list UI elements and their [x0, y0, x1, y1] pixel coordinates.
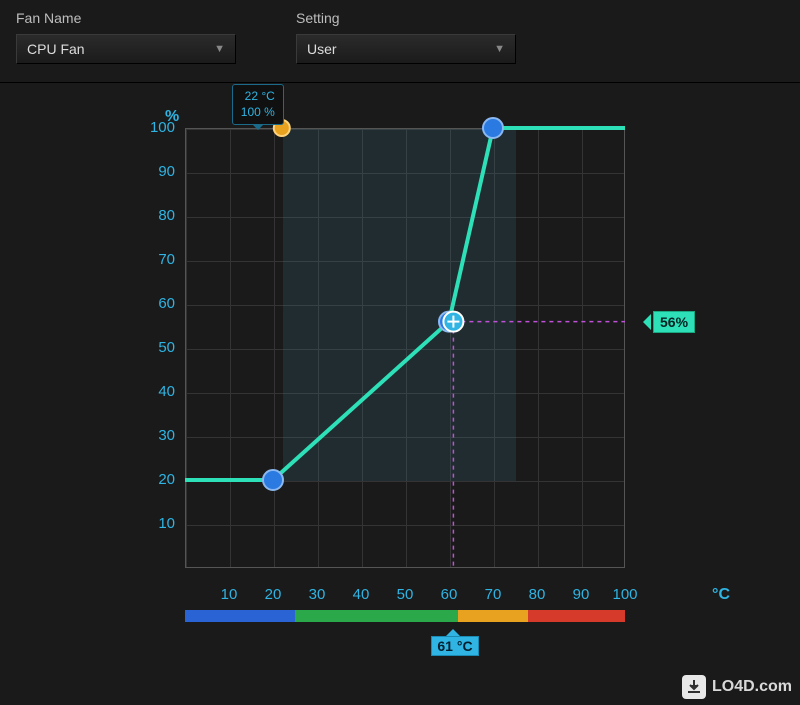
header-row: Fan Name CPU Fan ▼ Setting User ▼ [0, 0, 800, 83]
x-tick: 50 [390, 586, 420, 603]
x-tick: 80 [522, 586, 552, 603]
temp-band-blue [185, 610, 295, 622]
y-tick: 90 [135, 163, 175, 180]
temp-pointer-icon [446, 622, 460, 636]
fan-name-dropdown[interactable]: CPU Fan ▼ [16, 34, 236, 64]
x-tick: 20 [258, 586, 288, 603]
chart-plot[interactable] [185, 128, 625, 568]
watermark-label: LO4D.com [712, 678, 792, 696]
y-tick: 50 [135, 339, 175, 356]
fan-curve-line[interactable] [185, 128, 625, 480]
download-icon [682, 675, 706, 699]
temp-band-amber [458, 610, 528, 622]
fan-name-control: Fan Name CPU Fan ▼ [16, 10, 236, 64]
x-tick: 100 [610, 586, 640, 603]
y-tick: 80 [135, 207, 175, 224]
y-tick: 10 [135, 515, 175, 532]
current-indicator[interactable] [443, 312, 463, 332]
control-point[interactable] [263, 470, 283, 490]
fan-curve-chart[interactable]: % °C 22 °C 100 % 56% 61 °C 1020304050607… [135, 108, 695, 668]
watermark: LO4D.com [682, 675, 792, 699]
x-tick: 30 [302, 586, 332, 603]
y-tick: 60 [135, 295, 175, 312]
y-tick: 20 [135, 471, 175, 488]
tooltip-pct: 100 % [241, 105, 275, 121]
temp-band-red [528, 610, 625, 622]
control-point[interactable] [483, 118, 503, 138]
current-pct-badge: 56% [653, 311, 695, 333]
setting-label: Setting [296, 10, 516, 26]
x-tick: 10 [214, 586, 244, 603]
chevron-down-icon: ▼ [494, 43, 505, 55]
temp-band-green [295, 610, 458, 622]
fan-name-label: Fan Name [16, 10, 236, 26]
current-temp-badge: 61 °C [431, 636, 478, 656]
setting-dropdown[interactable]: User ▼ [296, 34, 516, 64]
x-tick: 40 [346, 586, 376, 603]
setting-control: Setting User ▼ [296, 10, 516, 64]
y-tick: 100 [135, 119, 175, 136]
temperature-color-bar [185, 610, 625, 622]
x-tick: 60 [434, 586, 464, 603]
pct-pointer-icon [635, 314, 651, 330]
fan-name-value: CPU Fan [27, 41, 85, 57]
y-tick: 40 [135, 383, 175, 400]
y-tick: 30 [135, 427, 175, 444]
setting-value: User [307, 41, 337, 57]
hover-tooltip: 22 °C 100 % [232, 84, 284, 125]
tooltip-temp: 22 °C [241, 89, 275, 105]
chevron-down-icon: ▼ [214, 43, 225, 55]
y-tick: 70 [135, 251, 175, 268]
x-tick: 90 [566, 586, 596, 603]
x-tick: 70 [478, 586, 508, 603]
x-axis-label: °C [712, 586, 730, 604]
